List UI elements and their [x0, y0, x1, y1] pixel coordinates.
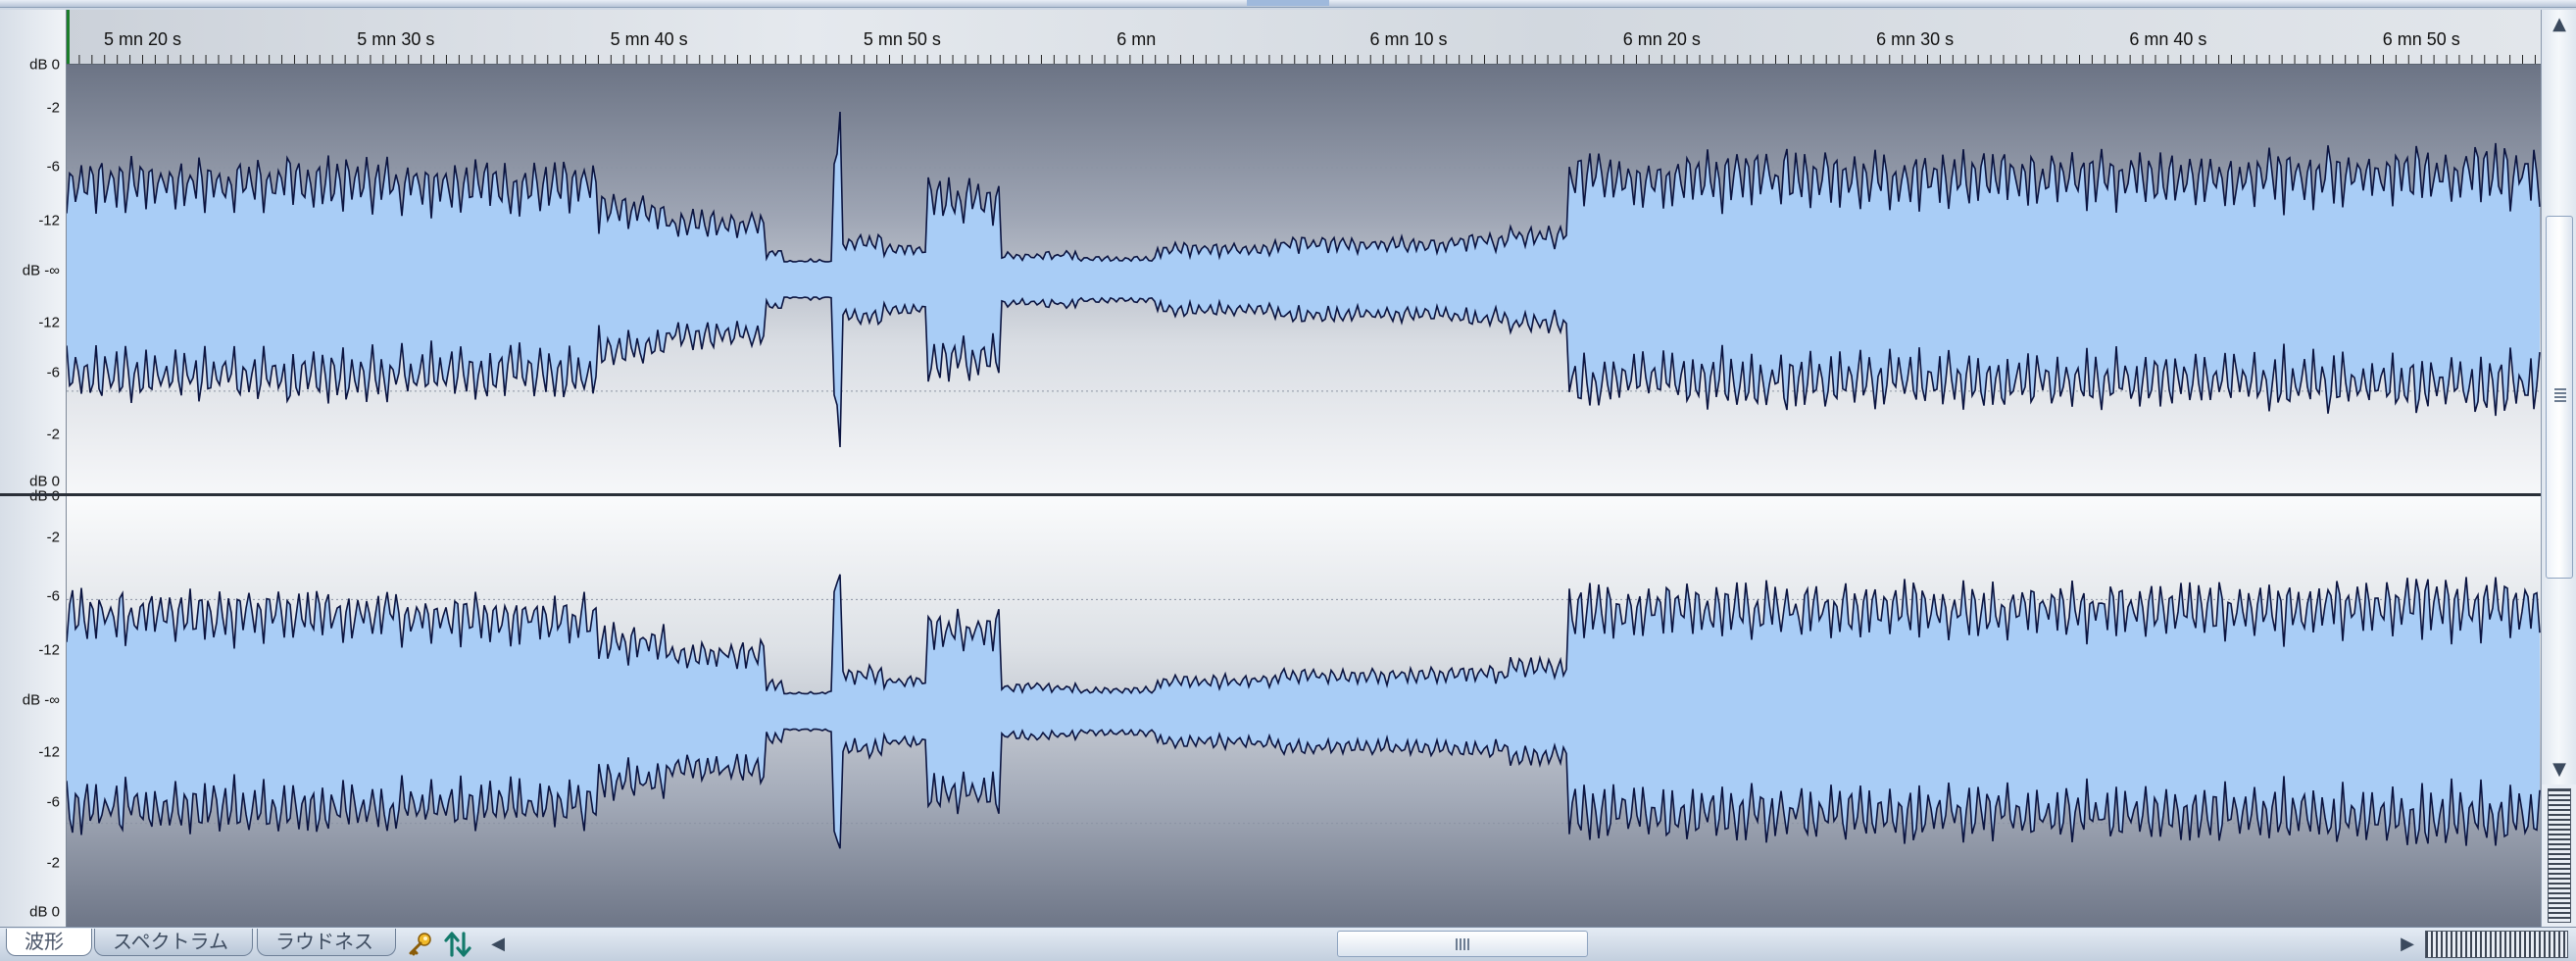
tab-loudness[interactable]: ラウドネス [257, 929, 396, 956]
scroll-right-arrow-icon[interactable]: ▶ [2396, 930, 2419, 959]
db-scale-label: -2 [46, 99, 60, 117]
top-strip [0, 0, 2576, 8]
db-scale-label: -2 [46, 529, 60, 546]
key-icon[interactable] [406, 931, 433, 958]
scroll-left-arrow-icon[interactable]: ◀ [486, 930, 510, 959]
grip-icon [2554, 388, 2566, 402]
time-ruler[interactable]: 5 mn 20 s 5 mn 30 s 5 mn 40 s 5 mn 50 s 6 mn… [67, 10, 2541, 65]
playhead-marker[interactable] [67, 10, 70, 64]
ruler-label: 5 mn 40 s [610, 29, 688, 49]
db-scale-label: dB -∞ [22, 691, 60, 709]
grip-icon [1456, 938, 1469, 950]
db-scale-label: -6 [46, 364, 60, 381]
vertical-scrollbar[interactable]: ▲ ▼ [2541, 10, 2576, 784]
db-scale-label: -2 [46, 854, 60, 872]
vertical-scroll-thumb[interactable] [2546, 216, 2573, 579]
db-scale-label: dB 0 [29, 903, 60, 921]
scroll-down-arrow-icon[interactable]: ▼ [2542, 755, 2576, 784]
db-scale-label: -6 [46, 158, 60, 176]
ruler-label: 5 mn 50 s [863, 29, 941, 49]
scroll-up-arrow-icon[interactable]: ▲ [2542, 10, 2576, 39]
horizontal-zoom-slider[interactable] [2425, 931, 2568, 958]
top-strip-tab[interactable] [1247, 0, 1329, 6]
tab-waveform[interactable]: 波形 [6, 929, 92, 956]
bottom-tab-bar: 波形 スペクトラム ラウドネス ◀ ▶ [0, 927, 2576, 961]
waveform-right [67, 574, 2541, 849]
db-scale-label: dB -∞ [22, 262, 60, 279]
ruler-label: 5 mn 30 s [357, 29, 435, 49]
db-scale-column: dB 0 -2 -6 -12 dB -∞ -12 -6 -2 dB 0 dB 0 -2 -6 -12 dB… [0, 10, 67, 927]
db-scale-label: -12 [38, 743, 60, 761]
ruler-label: 6 mn 10 s [1369, 29, 1448, 49]
db-scale-label: dB 0 [29, 487, 60, 505]
db-scale-label: -12 [38, 314, 60, 331]
tab-spectrum[interactable]: スペクトラム [94, 929, 253, 956]
db-scale-label: -6 [46, 793, 60, 811]
ruler-label: 5 mn 20 s [104, 29, 182, 49]
waveform-fill [67, 112, 2540, 447]
channel-right[interactable] [67, 496, 2541, 927]
db-scale-label: -12 [38, 641, 60, 659]
channel-left[interactable] [67, 65, 2541, 494]
ruler-label: 6 mn 30 s [1876, 29, 1955, 49]
horizontal-scroll-thumb[interactable] [1337, 931, 1588, 957]
ruler-label: 6 mn [1116, 29, 1157, 49]
ruler-label: 6 mn 50 s [2382, 29, 2460, 49]
sync-arrows-icon[interactable] [443, 931, 472, 958]
db-scale-label: -2 [46, 426, 60, 443]
vertical-zoom-slider[interactable] [2541, 784, 2576, 927]
db-scale-label: -6 [46, 587, 60, 605]
ruler-label: 6 mn 40 s [2129, 29, 2207, 49]
zoom-grip-icon [2548, 788, 2571, 923]
ruler-label: 6 mn 20 s [1622, 29, 1701, 49]
audio-editor-waveform-view: dB 0 -2 -6 -12 dB -∞ -12 -6 -2 dB 0 dB 0 -2 -6 -12 dB… [0, 0, 2576, 961]
waveform-left [67, 111, 2541, 448]
db-scale-label: dB 0 [29, 56, 60, 74]
db-scale-label: -12 [38, 212, 60, 229]
